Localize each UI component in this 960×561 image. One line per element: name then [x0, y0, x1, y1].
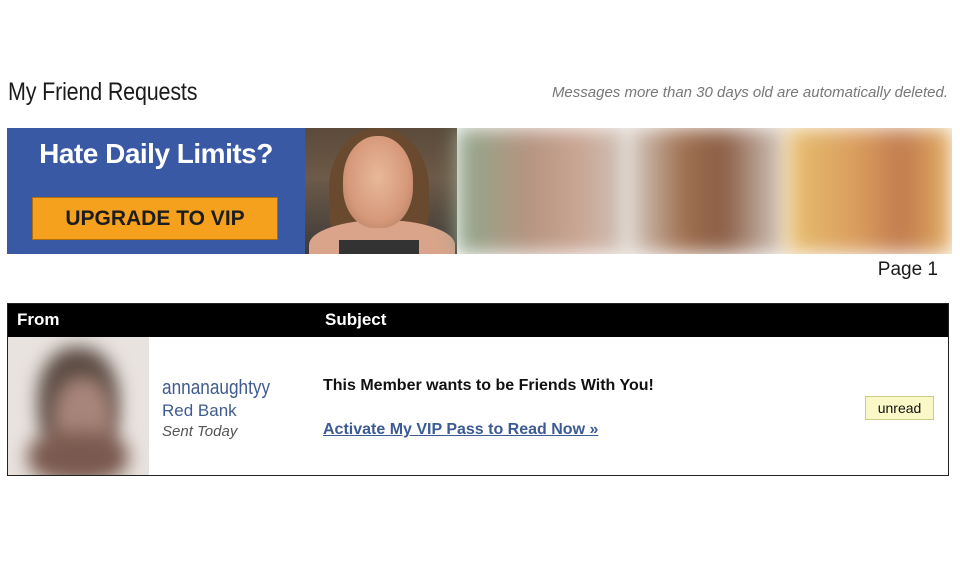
activate-vip-link[interactable]: Activate My VIP Pass to Read Now »	[323, 421, 598, 439]
upgrade-vip-button[interactable]: UPGRADE TO VIP	[32, 197, 278, 240]
promo-panel: Hate Daily Limits? UPGRADE TO VIP	[7, 128, 305, 254]
blurred-photo	[457, 128, 627, 254]
column-header-from: From	[17, 310, 60, 329]
message-subject: This Member wants to be Friends With You…	[323, 377, 654, 394]
table-header: From Subject	[8, 304, 948, 337]
auto-delete-notice: Messages more than 30 days old are autom…	[551, 84, 948, 101]
promo-photo	[305, 128, 457, 254]
blurred-photo	[787, 128, 952, 254]
avatar[interactable]	[8, 337, 149, 475]
page-indicator: Page 1	[877, 259, 938, 280]
sent-time: Sent Today	[162, 423, 238, 440]
status-badge: unread	[865, 396, 934, 420]
sender-location: Red Bank	[162, 401, 237, 420]
column-header-subject: Subject	[325, 310, 387, 329]
blurred-photo	[627, 128, 787, 254]
vip-promo-banner[interactable]: Hate Daily Limits? UPGRADE TO VIP	[7, 128, 952, 254]
friend-requests-table: From Subject annanaughtyy Red Bank Sent …	[7, 303, 949, 476]
page-title: My Friend Requests	[8, 78, 198, 106]
promo-headline: Hate Daily Limits?	[39, 138, 273, 169]
sender-username[interactable]: annanaughtyy	[162, 377, 270, 400]
table-row[interactable]: annanaughtyy Red Bank Sent Today This Me…	[8, 337, 948, 475]
